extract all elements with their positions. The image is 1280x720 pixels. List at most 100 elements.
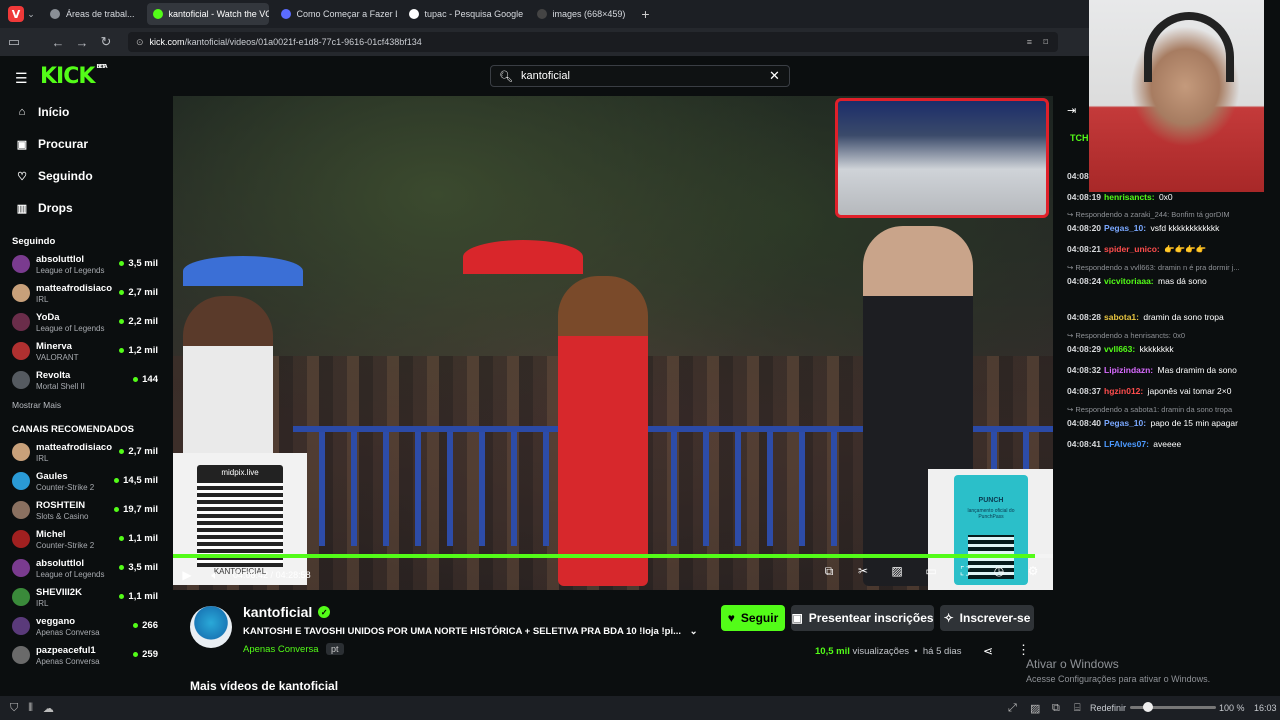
window-tiling-icon[interactable]: ⫴ — [28, 702, 33, 715]
fullscreen-icon[interactable]: ⛶ — [951, 564, 979, 579]
chevron-down-icon[interactable]: ⌄ — [690, 626, 698, 637]
collapse-chat-icon[interactable]: ⇥ — [1067, 104, 1076, 117]
sidebar-item-seguindo[interactable]: ♡ Seguindo — [0, 160, 168, 192]
video-player[interactable]: midpix.live KANTOFICIAL PUNCH lançamento… — [173, 96, 1053, 590]
subscribe-button[interactable]: ✧ Inscrever-se — [940, 605, 1034, 631]
recommended-channel-item[interactable]: ROSHTEIN Slots & Casino 19,7 mil — [0, 497, 168, 526]
page-actions-icon[interactable]: ⧉ — [1052, 702, 1060, 715]
site-info-icon[interactable]: ⊙ — [136, 37, 144, 48]
chat-username[interactable]: hgzin012: — [1104, 386, 1143, 396]
chevron-down-icon[interactable]: ⌄ — [24, 9, 38, 20]
tab-kantoficial[interactable]: kantoficial - Watch the VO — [146, 3, 269, 25]
progress-bar[interactable] — [173, 554, 1053, 558]
zoom-level: 100 % — [1219, 703, 1245, 713]
chat-username[interactable]: Lipizindazn: — [1104, 365, 1153, 375]
show-more-link[interactable]: Mostrar Mais — [0, 400, 168, 410]
zoom-reset-button[interactable]: Redefinir — [1090, 703, 1126, 713]
chat-username[interactable]: spider_unico: — [1104, 244, 1160, 254]
channel-avatar[interactable] — [190, 606, 232, 648]
zoom-slider-knob[interactable] — [1143, 702, 1153, 712]
image-toggle-icon[interactable]: ▨ — [1030, 702, 1040, 715]
sidebar-item-procurar[interactable]: ▣ Procurar — [0, 128, 168, 160]
browse-icon: ▣ — [16, 138, 28, 151]
following-channel-item[interactable]: matteafrodisiaco IRL 2,7 mil — [0, 280, 168, 309]
chat-reply-context: ↪ Respondendo a henrisancts: 0x0 — [1067, 331, 1186, 340]
url-field[interactable]: ⊙ kick.com/kantoficial/videos/01a0021f-e… — [128, 32, 1058, 52]
image-favicon-icon — [536, 9, 547, 19]
tab-workspaces[interactable]: Áreas de trabal... — [44, 3, 141, 25]
beta-badge: BETA — [96, 64, 107, 70]
kick-logo[interactable]: KICK BETA — [40, 64, 108, 89]
sidebar-item-inicio[interactable]: ⌂ Início — [0, 96, 168, 128]
vivaldi-logo-icon[interactable]: V — [8, 6, 24, 22]
viewer-count: 266 — [133, 620, 158, 631]
browser-status-bar: ⛉ ⫴ ☁ ⤢ ▨ ⧉ ⌸ Redefinir 100 % 16:03 — [0, 696, 1280, 720]
video-category[interactable]: Apenas Conversa — [243, 644, 319, 655]
tiling-icon[interactable]: ⌸ — [1074, 702, 1081, 715]
reader-mode-icon[interactable]: ≡ — [1027, 37, 1032, 47]
webcam-overlay — [1089, 0, 1264, 192]
more-options-icon[interactable]: ⋮ — [1017, 642, 1030, 658]
viewer-count: 144 — [133, 374, 158, 385]
chat-message: 04:08:24 vicvitoriaaa: mas dá sono — [1067, 275, 1272, 287]
progress-fill — [173, 554, 1036, 558]
clear-search-icon[interactable]: ✕ — [769, 68, 780, 84]
chat-username[interactable]: henrisancts: — [1104, 192, 1155, 202]
play-icon[interactable]: ▶ — [173, 568, 201, 582]
following-channel-item[interactable]: Minerva VALORANT 1,2 mil — [0, 338, 168, 367]
image-icon[interactable]: ▨ — [883, 564, 911, 579]
chat-message: 04:08:40 Pegas_10: papo de 15 min apagar — [1067, 417, 1272, 429]
recommended-channel-item[interactable]: Michel Counter-Strike 2 1,1 mil — [0, 526, 168, 555]
following-channel-item[interactable]: absoluttlol League of Legends 3,5 mil — [0, 251, 168, 280]
recommended-channel-item[interactable]: matteafrodisiaco IRL 2,7 mil — [0, 439, 168, 468]
share-icon[interactable]: ⋖ — [983, 644, 993, 658]
menu-icon[interactable]: ☰ — [15, 70, 28, 87]
cloud-sync-icon[interactable]: ☁ — [43, 702, 54, 715]
tab-como-comecar[interactable]: Como Começar a Fazer Liv — [275, 3, 397, 25]
back-icon[interactable]: ← — [46, 35, 70, 50]
settings-gear-icon[interactable]: ⚙ — [1019, 564, 1047, 579]
shield-icon[interactable]: ⛉ — [10, 702, 18, 715]
speed-icon[interactable]: ◷ — [985, 564, 1013, 579]
gift-subs-button[interactable]: ▣ Presentear inscrições — [791, 605, 934, 631]
tab-google-search[interactable]: tupac - Pesquisa Google — [403, 3, 525, 25]
chat-timestamp: 04:08:40 — [1067, 418, 1102, 428]
recommended-channel-item[interactable]: Gaules Counter-Strike 2 14,5 mil — [0, 468, 168, 497]
following-channel-item[interactable]: YoDa League of Legends 2,2 mil — [0, 309, 168, 338]
follow-button[interactable]: ♥ Seguir — [721, 605, 785, 631]
following-section-title: Seguindo — [12, 236, 56, 247]
tab-images[interactable]: images (668×459) — [531, 3, 632, 25]
search-input[interactable] — [520, 70, 761, 82]
forward-icon[interactable]: → — [70, 35, 94, 50]
chat-username[interactable]: LFAlves07: — [1104, 439, 1149, 449]
capture-icon[interactable]: ⤢ — [1008, 702, 1017, 715]
recommended-channel-item[interactable]: pazpeaceful1 Apenas Conversa 259 — [0, 642, 168, 671]
search-box[interactable]: 🔍︎ ✕ — [490, 65, 790, 87]
sidebar-item-drops[interactable]: ▥ Drops — [0, 192, 168, 224]
language-badge: pt — [326, 643, 344, 655]
clip-icon[interactable]: ✂ — [849, 564, 877, 579]
player-controls-right: ⧉ ✂ ▨ ▭ ⛶ ◷ ⚙ — [815, 564, 1047, 579]
new-tab-plus-icon[interactable]: + — [641, 6, 649, 22]
panel-toggle-icon[interactable]: ▭ — [2, 34, 26, 50]
duration: 04:28:58 — [275, 570, 311, 580]
chat-username[interactable]: vicvitoriaaa: — [1104, 276, 1154, 286]
recommended-channel-item[interactable]: absoluttlol League of Legends 3,5 mil — [0, 555, 168, 584]
chat-timestamp: 04:08:41 — [1067, 439, 1102, 449]
reload-icon[interactable]: ↻ — [94, 34, 118, 50]
sidebar: ⌂ Início ▣ Procurar ♡ Seguindo ▥ Drops Segui… — [0, 96, 168, 696]
chat-username[interactable]: Pegas_10: — [1104, 418, 1146, 428]
chat-username[interactable]: sabota1: — [1104, 312, 1139, 322]
chat-username[interactable]: vvll663: — [1104, 344, 1135, 354]
volume-icon[interactable]: 🔈︎ — [201, 568, 229, 583]
bookmark-icon[interactable]: ⌑ — [1043, 37, 1048, 48]
sidebar-item-label: Drops — [38, 201, 73, 215]
recommended-channel-item[interactable]: veggano Apenas Conversa 266 — [0, 613, 168, 642]
theater-icon[interactable]: ▭ — [917, 564, 945, 579]
chat-username[interactable]: Pegas_10: — [1104, 223, 1146, 233]
recommended-channel-item[interactable]: SHEVIII2K IRL 1,1 mil — [0, 584, 168, 613]
miniplayer-icon[interactable]: ⧉ — [815, 564, 843, 579]
picture-in-picture-cam — [835, 98, 1049, 218]
channel-name[interactable]: kantoficial — [243, 604, 312, 620]
following-channel-item[interactable]: Revolta Mortal Shell II 144 — [0, 367, 168, 396]
